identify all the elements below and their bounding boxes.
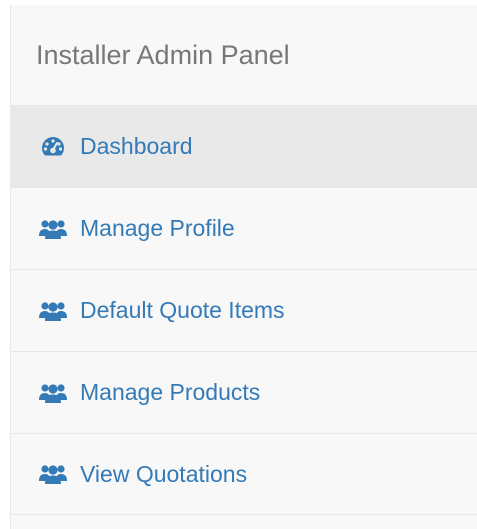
sidebar-menu: Dashboard Manage Profile Default Quote I…	[11, 105, 477, 515]
panel-title: Installer Admin Panel	[36, 39, 290, 70]
sidebar-item-label: Manage Products	[80, 379, 261, 405]
sidebar-item-label: Manage Profile	[80, 215, 235, 241]
sidebar-item-default-quote-items[interactable]: Default Quote Items	[11, 269, 477, 351]
sidebar-item-label: Default Quote Items	[80, 297, 285, 323]
sidebar-item-manage-profile[interactable]: Manage Profile	[11, 187, 477, 269]
users-icon	[38, 217, 68, 241]
sidebar-panel: Installer Admin Panel Dashboard Manage P…	[10, 5, 477, 529]
users-icon	[38, 299, 68, 323]
sidebar-item-label: View Quotations	[80, 460, 248, 487]
sidebar-item-manage-products[interactable]: Manage Products	[11, 351, 477, 433]
users-icon	[38, 462, 68, 486]
dashboard-icon	[38, 135, 68, 159]
sidebar-item-label: Dashboard	[80, 133, 193, 159]
users-icon	[38, 381, 68, 405]
sidebar-item-view-quotations[interactable]: View Quotations	[11, 433, 477, 515]
sidebar-item-dashboard[interactable]: Dashboard	[11, 105, 477, 187]
